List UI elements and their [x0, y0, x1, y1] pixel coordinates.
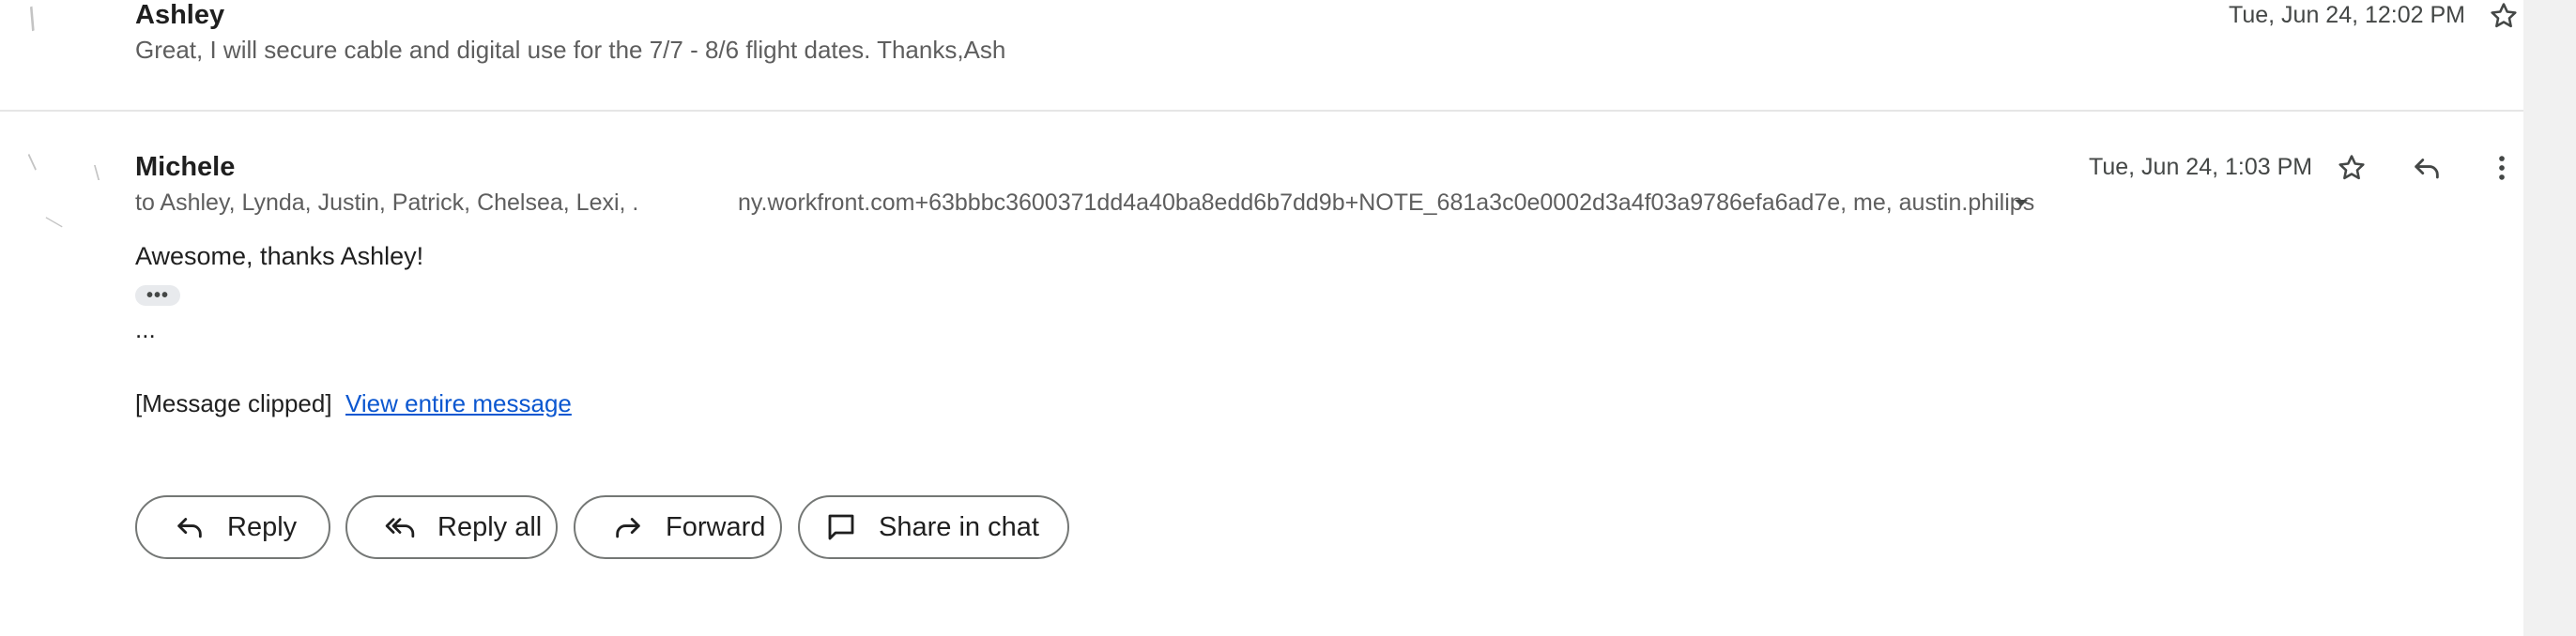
- view-entire-message-link[interactable]: View entire message: [345, 389, 572, 418]
- reply-icon: [177, 518, 202, 538]
- message-date: Tue, Jun 24, 12:02 PM: [2229, 2, 2466, 28]
- chevron-down-icon: [2015, 200, 2028, 206]
- show-details-button[interactable]: [2012, 197, 2031, 215]
- avatar-fragment: —: [40, 207, 69, 235]
- reply-action-button[interactable]: Reply: [135, 495, 330, 559]
- message-clipped-notice: [Message clipped]: [135, 389, 332, 417]
- reply-button[interactable]: [2403, 144, 2450, 191]
- reply-icon: [2415, 159, 2439, 179]
- reply-all-label: Reply all: [437, 511, 543, 542]
- more-vert-icon: [2499, 156, 2505, 180]
- avatar-fragment: /: [22, 151, 44, 175]
- sender-name: Michele: [135, 152, 236, 182]
- forward-label: Forward: [666, 511, 766, 542]
- recipient-list[interactable]: to Ashley, Lynda, Justin, Patrick, Chels…: [135, 189, 638, 217]
- forward-action-button[interactable]: Forward: [574, 495, 782, 559]
- chat-icon: [828, 514, 854, 540]
- avatar-fragment: \: [94, 161, 100, 185]
- message-collapsed[interactable]: / Ashley Great, I will secure cable and …: [0, 0, 2523, 112]
- avatar-fragment: /: [22, 1, 43, 38]
- message-date: Tue, Jun 24, 1:03 PM: [2089, 154, 2313, 180]
- message-body: Awesome, thanks Ashley!: [135, 242, 424, 270]
- scrollbar-track[interactable]: [2523, 0, 2576, 636]
- sender-name: Ashley: [135, 0, 225, 30]
- reply-all-icon: [385, 518, 415, 538]
- forward-icon: [616, 518, 640, 538]
- recipient-list-continued[interactable]: ny.workfront.com+63bbbc3600371dd4a40ba8e…: [738, 189, 2034, 217]
- message-snippet: Great, I will secure cable and digital u…: [135, 36, 1006, 64]
- more-options-button[interactable]: [2478, 144, 2525, 191]
- star-icon: [2491, 3, 2517, 28]
- share-in-chat-button[interactable]: Share in chat: [798, 495, 1069, 559]
- trailing-text: ...: [135, 315, 156, 343]
- star-icon: [2338, 155, 2365, 180]
- star-button[interactable]: [2328, 144, 2375, 191]
- reply-all-action-button[interactable]: Reply all: [345, 495, 558, 559]
- reply-label: Reply: [227, 511, 298, 542]
- share-in-chat-label: Share in chat: [879, 511, 1039, 542]
- message-expanded: / \ — Michele to Ashley, Lynda, Justin, …: [0, 111, 2523, 636]
- star-button[interactable]: [2480, 0, 2527, 39]
- show-trimmed-content-button[interactable]: •••: [135, 285, 180, 306]
